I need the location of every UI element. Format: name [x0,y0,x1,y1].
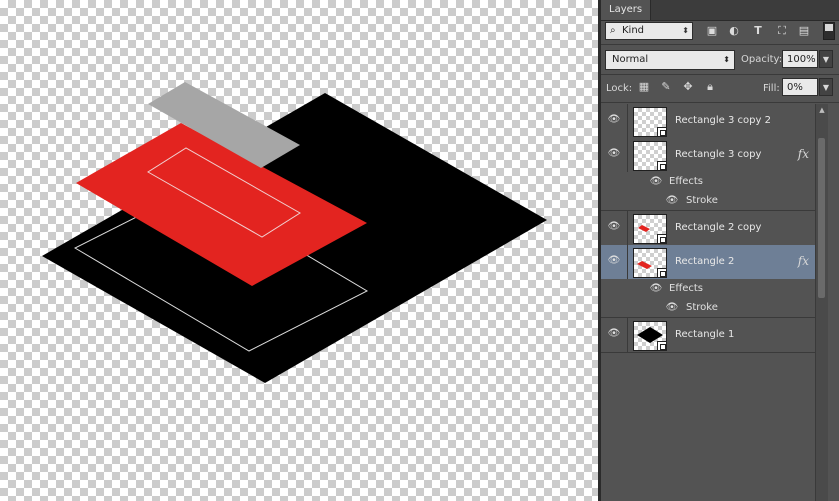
filter-toggle[interactable] [823,22,835,40]
eye-icon[interactable]: 👁︎ [607,255,621,267]
layer-name[interactable]: Rectangle 3 copy [675,149,761,160]
stroke-effect-row[interactable]: 👁︎ Stroke [601,191,815,211]
opacity-dropdown-button[interactable]: ▼ [819,50,833,68]
eye-icon[interactable]: 👁︎ [665,302,679,314]
panel-tab-bar: Layers [601,0,839,21]
divider [601,102,839,103]
divider [627,104,628,138]
tab-layers[interactable]: Layers [601,0,652,20]
artwork [42,82,547,383]
vector-mask-icon [657,268,667,278]
layer-row-selected[interactable]: 👁︎ Rectangle 2 fx [601,245,815,280]
filter-kind-select[interactable]: ⌕ Kind ⬍ [605,22,693,40]
fx-icon[interactable]: fx [798,147,809,161]
divider [601,44,839,45]
layer-row[interactable]: 👁︎ Rectangle 3 copy fx [601,138,815,173]
eye-icon[interactable]: 👁︎ [649,283,663,295]
search-icon: ⌕ [610,25,616,36]
lock-label: Lock: [606,83,633,94]
vector-mask-icon [657,234,667,244]
stroke-label: Stroke [686,195,718,206]
vector-mask-icon [657,161,667,171]
divider [627,318,628,352]
filter-kind-label: Kind [622,25,645,36]
layer-thumbnail [633,107,667,137]
blend-mode-select[interactable]: Normal ⬍ [605,50,735,70]
effects-row[interactable]: 👁︎ Effects [601,172,815,191]
layer-thumbnail [633,214,667,244]
opacity-input[interactable]: 100% [782,50,818,68]
layer-name[interactable]: Rectangle 2 copy [675,222,761,233]
stroke-label: Stroke [686,302,718,313]
lock-transparent-pixels-icon[interactable]: ▦ [637,80,651,94]
type-filter-icon[interactable]: T [751,24,765,38]
eye-icon[interactable]: 👁︎ [607,328,621,340]
scroll-up-arrow-icon[interactable]: ▲ [816,104,828,116]
eye-icon[interactable]: 👁︎ [607,114,621,126]
adjustment-filter-icon[interactable]: ◐ [727,24,741,38]
fill-input[interactable]: 0% [782,78,818,96]
divider [601,74,839,75]
layer-list: 👁︎ Rectangle 3 copy 2 👁︎ Rectangle 3 cop… [601,104,839,501]
layer-row[interactable]: 👁︎ Rectangle 2 copy [601,211,815,246]
vector-mask-icon [657,127,667,137]
eye-icon[interactable]: 👁︎ [665,195,679,207]
document-canvas[interactable] [0,0,598,501]
updown-arrow-icon: ⬍ [723,55,730,64]
eye-icon[interactable]: 👁︎ [607,221,621,233]
shape-filter-icon[interactable]: ⛶ [775,24,789,38]
divider [627,138,628,172]
layer-name[interactable]: Rectangle 1 [675,329,734,340]
divider [627,245,628,279]
vector-mask-icon [657,341,667,351]
layer-name[interactable]: Rectangle 2 [675,256,734,267]
blend-mode-value: Normal [612,54,649,65]
layer-name[interactable]: Rectangle 3 copy 2 [675,115,771,126]
updown-arrow-icon: ⬍ [682,26,689,35]
layer-thumbnail [633,141,667,171]
smart-object-filter-icon[interactable]: ▤ [797,24,811,38]
layer-row[interactable]: 👁︎ Rectangle 3 copy 2 [601,104,815,139]
opacity-label: Opacity: [741,54,783,65]
lock-image-pixels-icon[interactable]: ✎ [659,80,673,94]
image-filter-icon[interactable]: ▣ [705,24,719,38]
scroll-thumb[interactable] [818,138,825,298]
layer-thumbnail [633,248,667,278]
layers-scrollbar[interactable]: ▲ [815,104,828,501]
fill-dropdown-button[interactable]: ▼ [819,78,833,96]
fill-label: Fill: [763,83,780,94]
effects-row[interactable]: 👁︎ Effects [601,279,815,298]
layer-thumbnail [633,321,667,351]
lock-all-icon[interactable]: 🔒︎ [703,80,717,94]
eye-icon[interactable]: 👁︎ [649,176,663,188]
layer-row[interactable]: 👁︎ Rectangle 1 [601,318,815,353]
fx-icon[interactable]: fx [798,254,809,268]
lock-position-icon[interactable]: ✥ [681,80,695,94]
layers-panel: Layers ⌕ Kind ⬍ ▣ ◐ T ⛶ ▤ Normal ⬍ Opaci… [601,0,839,501]
stroke-effect-row[interactable]: 👁︎ Stroke [601,298,815,318]
divider [627,211,628,245]
effects-label: Effects [669,176,703,187]
eye-icon[interactable]: 👁︎ [607,148,621,160]
effects-label: Effects [669,283,703,294]
